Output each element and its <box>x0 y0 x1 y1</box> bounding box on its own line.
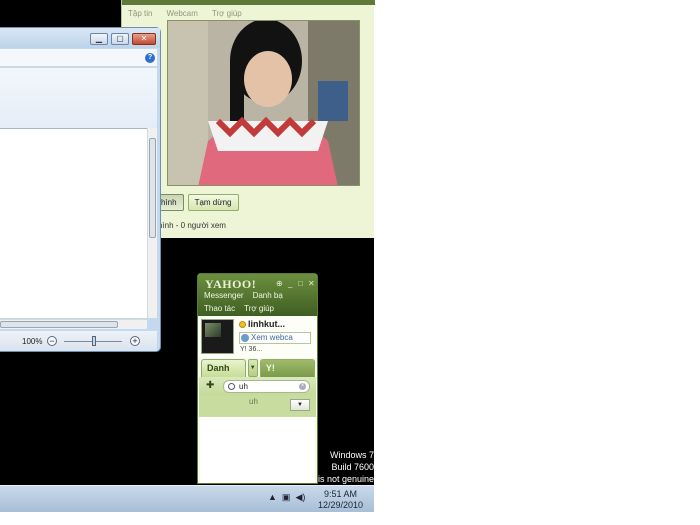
windows-watermark: Windows 7 Build 7600 is not genuine <box>318 449 374 485</box>
menu-messenger[interactable]: Messenger <box>204 291 244 300</box>
pause-button[interactable]: Tạm dừng <box>187 194 239 211</box>
close-icon[interactable]: ✕ <box>308 279 315 288</box>
avatar[interactable] <box>201 319 234 354</box>
viewer-count: hình - 0 người xem <box>158 221 226 230</box>
view-webcam-field[interactable]: Xem webca <box>239 332 311 344</box>
menu-actions[interactable]: Thao tác <box>204 304 235 313</box>
close-button[interactable]: ✕ <box>132 33 156 45</box>
vertical-scrollbar[interactable] <box>147 128 157 318</box>
explorer-toolbar: ? <box>0 49 157 67</box>
minimize-button[interactable]: ▁ <box>90 33 108 45</box>
messenger-menu-row1: Messenger Danh bạ <box>204 291 283 300</box>
search-value: uh <box>239 382 248 391</box>
network-icon[interactable]: ▣ <box>282 492 291 503</box>
chevron-down-icon[interactable]: ▼ <box>247 359 258 377</box>
watermark-line2: Build 7600 <box>331 462 374 472</box>
watermark-line3: is not genuine <box>317 474 374 484</box>
taskbar-clock[interactable]: 9:51 AM 12/29/2010 <box>318 489 363 511</box>
yahoo-logo: YAHOO! <box>205 277 257 291</box>
webcam-video-feed <box>167 20 360 186</box>
status-icon[interactable] <box>239 321 246 328</box>
zoom-in-button[interactable]: + <box>130 336 140 346</box>
tab-contacts[interactable]: Danh bạ <box>201 359 246 389</box>
menu-file[interactable]: Tập tin <box>128 9 152 18</box>
minimize-icon[interactable]: _ <box>288 279 292 288</box>
view-webcam-label: Xem webca <box>251 333 293 342</box>
contact-list[interactable] <box>200 417 315 483</box>
clear-search-icon[interactable]: × <box>299 383 306 390</box>
tab-y-updates[interactable]: Y! Updates <box>259 359 315 389</box>
explorer-details-pane <box>0 68 157 128</box>
watermark-line1: Windows 7 <box>329 450 374 460</box>
show-hidden-icons-icon[interactable]: ▲ <box>268 492 277 503</box>
search-icon <box>228 383 235 390</box>
webcam-video-image <box>168 21 359 185</box>
messenger-tabs: Danh bạ ▼ Y! Updates <box>201 359 315 389</box>
vertical-scroll-thumb[interactable] <box>149 138 156 238</box>
help-icon[interactable]: ? <box>145 53 155 63</box>
webcam-button-row: hình Tạm dừng <box>154 194 239 211</box>
contact-group-row[interactable]: uh ▼ <box>199 395 316 417</box>
group-label: uh <box>249 397 258 406</box>
explorer-titlebar[interactable]: ▁ ▢ ✕ <box>0 28 160 48</box>
webcam-menu-bar: Tập tin Webcam Trợ giúp <box>122 5 375 21</box>
horizontal-scrollbar[interactable] <box>0 319 147 329</box>
maximize-button[interactable]: ▢ <box>111 33 129 45</box>
search-input[interactable]: uh × <box>223 380 310 393</box>
zoom-slider-knob[interactable] <box>92 336 96 346</box>
messenger-menu-row2: Thao tác Trợ giúp <box>204 304 274 313</box>
horizontal-scroll-thumb[interactable] <box>0 321 118 328</box>
explorer-content-area[interactable] <box>0 128 147 318</box>
menu-help[interactable]: Trợ giúp <box>212 9 242 18</box>
yahoo-messenger-window: YAHOO! ⊕ _ □ ✕ Messenger Danh bạ Thao tá… <box>197 273 318 484</box>
menu-help[interactable]: Trợ giúp <box>244 304 274 313</box>
zoom-level: 100% <box>22 337 43 346</box>
group-dropdown-button[interactable]: ▼ <box>290 399 310 411</box>
webcam-icon <box>241 334 249 342</box>
menu-contacts[interactable]: Danh bạ <box>253 291 283 300</box>
explorer-statusbar: 100% − + <box>0 331 157 351</box>
add-contact-icon[interactable]: ✚ <box>206 381 217 391</box>
clock-date: 12/29/2010 <box>318 500 364 510</box>
contact-search-bar: ✚ uh × <box>199 377 316 395</box>
avatar-image <box>205 323 221 337</box>
taskbar: ▲ ▣ ◀) 9:51 AM 12/29/2010 <box>0 485 374 512</box>
pin-icon[interactable]: ⊕ <box>276 279 283 288</box>
zoom-out-button[interactable]: − <box>47 336 57 346</box>
maximize-icon[interactable]: □ <box>298 279 303 288</box>
volume-icon[interactable]: ◀) <box>295 492 305 503</box>
explorer-window: ▁ ▢ ✕ ? 100% − + <box>0 27 161 352</box>
y-status-text: Y! 36... <box>240 346 263 353</box>
profile-section: linhkut... Xem webca Y! 36... <box>198 316 317 358</box>
menu-webcam[interactable]: Webcam <box>166 9 197 18</box>
system-tray: ▲ ▣ ◀) <box>268 492 305 503</box>
messenger-header: YAHOO! ⊕ _ □ ✕ Messenger Danh bạ Thao tá… <box>198 274 317 316</box>
clock-time: 9:51 AM <box>324 489 358 499</box>
username[interactable]: linhkut... <box>248 319 285 329</box>
